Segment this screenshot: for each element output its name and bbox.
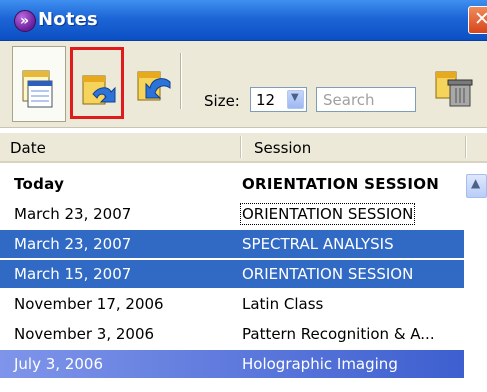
title-bar[interactable]: » Notes ✕: [0, 0, 487, 41]
notes-window-icon: [22, 70, 53, 108]
row-session: ORIENTATION SESSION: [239, 203, 416, 225]
column-divider[interactable]: [240, 136, 242, 158]
row-date: March 23, 2007: [14, 235, 132, 253]
row-date: July 3, 2006: [14, 355, 103, 373]
column-header-date[interactable]: Date: [10, 139, 46, 157]
delete-note-button[interactable]: [428, 46, 487, 122]
close-button[interactable]: ✕: [468, 6, 487, 34]
row-date: Today: [14, 175, 65, 193]
row-session: ORIENTATION SESSION: [242, 265, 414, 283]
insert-note-icon: [82, 75, 116, 105]
list-item[interactable]: March 15, 2007 ORIENTATION SESSION: [0, 260, 464, 288]
list-item[interactable]: November 3, 2006 Pattern Recognition & A…: [0, 320, 464, 348]
list-item[interactable]: July 3, 2006 Holographic Imaging: [0, 350, 464, 378]
list-item[interactable]: November 17, 2006 Latin Class: [0, 290, 464, 318]
column-divider[interactable]: [465, 136, 467, 158]
notes-view-button[interactable]: [12, 46, 66, 122]
list-item[interactable]: Today ORIENTATION SESSION: [0, 170, 464, 198]
row-session: Holographic Imaging: [242, 355, 398, 373]
list-item[interactable]: March 23, 2007 ORIENTATION SESSION: [0, 200, 464, 228]
size-value: 12: [256, 91, 276, 109]
chevron-up-icon: ▲: [471, 176, 481, 190]
insert-note-button[interactable]: [70, 47, 124, 119]
row-session: ORIENTATION SESSION: [242, 175, 440, 193]
row-session: SPECTRAL ANALYSIS: [242, 235, 394, 253]
toolbar-separator: [180, 53, 182, 109]
return-note-icon: [137, 71, 171, 101]
column-header-session[interactable]: Session: [254, 139, 311, 157]
row-date: November 3, 2006: [14, 325, 155, 343]
return-note-button[interactable]: [128, 46, 178, 122]
list-item[interactable]: March 23, 2007 SPECTRAL ANALYSIS: [0, 230, 464, 258]
close-icon: ✕: [474, 8, 487, 30]
trash-icon: [435, 71, 473, 107]
toolbar: Size: 12 ▼ Search: [0, 41, 487, 128]
row-date: November 17, 2006: [14, 295, 164, 313]
row-date: March 23, 2007: [14, 205, 132, 223]
app-icon: »: [14, 10, 36, 32]
search-input[interactable]: Search: [316, 87, 416, 112]
chevron-down-icon[interactable]: ▼: [287, 90, 304, 109]
list-header: Date Session: [0, 133, 487, 163]
scroll-up-button[interactable]: ▲: [466, 174, 487, 198]
row-date: March 15, 2007: [14, 265, 132, 283]
size-select[interactable]: 12 ▼: [250, 87, 307, 112]
size-label: Size:: [204, 92, 240, 110]
row-session: Latin Class: [242, 295, 324, 313]
window-title: Notes: [38, 9, 98, 30]
row-session: Pattern Recognition & A...: [242, 325, 435, 343]
